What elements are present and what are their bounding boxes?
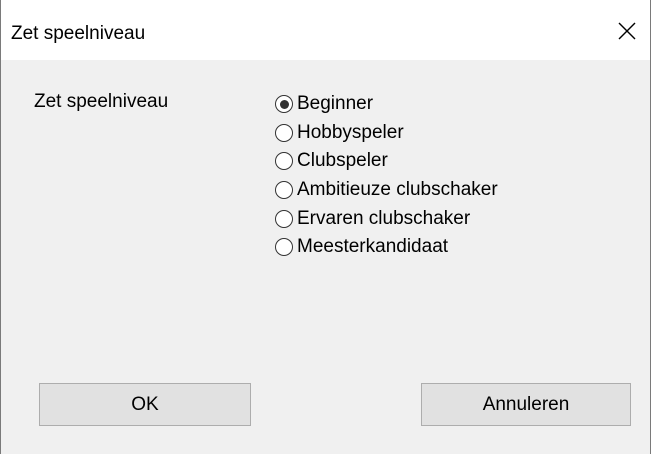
level-group-label: Zet speelniveau (34, 91, 169, 112)
radio-button-icon[interactable] (275, 123, 293, 142)
radio-option-hobbyspeler[interactable]: Hobbyspeler (275, 119, 498, 148)
radio-option-beginner[interactable]: Beginner (275, 90, 498, 119)
radio-button-icon[interactable] (275, 238, 293, 257)
dialog-content: Zet speelniveau Beginner Hobbyspeler Clu… (1, 60, 650, 454)
close-button[interactable] (604, 8, 650, 54)
radio-label: Meesterkandidaat (297, 236, 449, 258)
close-icon (618, 22, 636, 40)
level-radio-group: Beginner Hobbyspeler Clubspeler Ambitieu… (275, 90, 498, 262)
radio-button-icon[interactable] (275, 95, 293, 114)
cancel-button[interactable]: Annuleren (421, 383, 631, 426)
radio-label: Hobbyspeler (297, 121, 404, 143)
radio-label: Ambitieuze clubschaker (297, 179, 498, 201)
radio-option-ambitieuze-clubschaker[interactable]: Ambitieuze clubschaker (275, 176, 498, 205)
radio-button-icon[interactable] (275, 209, 293, 228)
radio-option-meesterkandidaat[interactable]: Meesterkandidaat (275, 233, 498, 262)
radio-label: Clubspeler (297, 150, 388, 172)
ok-button[interactable]: OK (39, 383, 251, 426)
radio-label: Ervaren clubschaker (297, 207, 471, 229)
radio-option-ervaren-clubschaker[interactable]: Ervaren clubschaker (275, 204, 498, 233)
radio-button-icon[interactable] (275, 152, 293, 171)
radio-label: Beginner (297, 93, 374, 115)
radio-selected-dot (279, 99, 289, 109)
title-bar: Zet speelniveau (1, 0, 650, 60)
dialog-window: Zet speelniveau Zet speelniveau Beginner… (0, 0, 651, 454)
dialog-title: Zet speelniveau (11, 23, 146, 44)
radio-button-icon[interactable] (275, 181, 293, 200)
radio-option-clubspeler[interactable]: Clubspeler (275, 147, 498, 176)
